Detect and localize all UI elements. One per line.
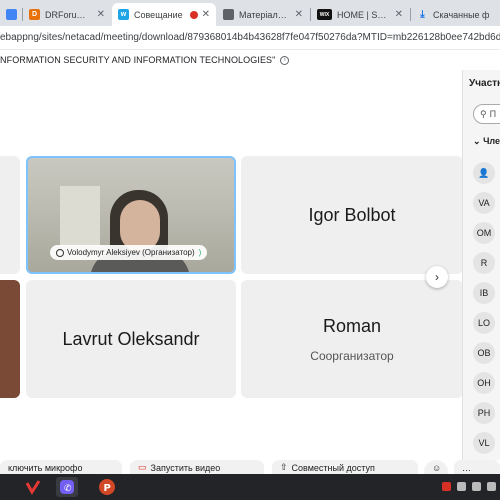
powerpoint-icon[interactable]: P: [96, 477, 118, 497]
microphone-icon: [56, 248, 64, 257]
avatar-initials: R: [480, 258, 488, 268]
more-icon: …: [462, 463, 471, 473]
forum-icon: D: [29, 9, 40, 20]
section-title: Чле: [483, 136, 500, 146]
meeting-title: NFORMATION SECURITY AND INFORMATION TECH…: [0, 55, 276, 65]
members-section-header[interactable]: ⌄ Чле: [473, 136, 500, 147]
participant-tile-roman[interactable]: Roman Соорганизатор: [241, 280, 463, 398]
keyboard-icon[interactable]: [487, 482, 496, 491]
participant-avatar[interactable]: IB: [473, 282, 495, 304]
audio-level-icon: ): [198, 248, 202, 257]
smile-icon: ☺: [432, 463, 442, 473]
participant-name: Lavrut Oleksandr: [62, 328, 200, 349]
browser-tab-bar: ✕ D DRForum_202 ✕ w Совещание ✕ Матеріал…: [0, 0, 500, 26]
tab-downloads[interactable]: ⤓ Скачанные ф: [411, 3, 500, 26]
share-icon: ⇧: [280, 462, 288, 472]
mute-button[interactable]: ключить микрофо: [0, 460, 122, 474]
recording-icon: [189, 10, 198, 19]
os-taskbar: ✆ P: [0, 474, 500, 500]
participant-avatar[interactable]: OH: [473, 372, 495, 394]
tab-title: Матеріали уча: [239, 9, 291, 20]
participant-tile-lavrut[interactable]: Lavrut Oleksandr: [26, 280, 236, 398]
more-button[interactable]: …: [454, 460, 500, 474]
tab-home[interactable]: WIX HOME | Securit ✕: [311, 3, 409, 26]
participant-avatar[interactable]: LO: [473, 312, 495, 334]
tab-title: HOME | Securit: [337, 9, 391, 20]
close-icon[interactable]: ✕: [97, 9, 105, 20]
meeting-controls: ключить микрофо ▭ Запустить видео ⇧ Совм…: [0, 460, 500, 474]
avatar-initials: IB: [479, 288, 489, 298]
wix-icon: WIX: [317, 9, 332, 20]
participant-tile-igor[interactable]: Igor Bolbot: [241, 156, 463, 274]
address-bar[interactable]: ebappng/sites/netacad/meeting/download/8…: [0, 26, 500, 50]
share-button[interactable]: ⇧ Совместный доступ: [272, 460, 418, 474]
participant-avatar[interactable]: OM: [473, 222, 495, 244]
avatar-initials: OH: [477, 378, 491, 388]
camera-icon: ▭: [138, 462, 147, 472]
participant-name: Volodymyr Aleksiyev (Организатор): [67, 248, 195, 257]
close-icon[interactable]: ✕: [395, 9, 403, 20]
download-icon: ⤓: [420, 9, 425, 20]
search-placeholder: П: [489, 109, 497, 119]
participant-avatar[interactable]: 👤: [473, 162, 495, 184]
mute-label: ключить микрофо: [8, 463, 83, 473]
chevron-down-icon: ⌄: [473, 136, 481, 146]
participant-video-tile[interactable]: Volodymyr Aleksiyev (Организатор) ): [26, 156, 236, 274]
meeting-header: NFORMATION SECURITY AND INFORMATION TECH…: [0, 50, 500, 70]
participant-avatar[interactable]: VL: [473, 432, 495, 454]
avatar-initials: OB: [477, 348, 491, 358]
close-icon[interactable]: ✕: [295, 9, 303, 20]
notification-icon[interactable]: [442, 482, 451, 491]
participant-name: Roman: [322, 315, 382, 336]
tab-title: Скачанные ф: [433, 9, 490, 20]
background-window: [60, 186, 100, 246]
panel-title: Участн: [469, 78, 500, 89]
video-label: Запустить видео: [150, 463, 221, 473]
participant-name-label: Volodymyr Aleksiyev (Организатор) ): [50, 245, 208, 260]
participant-avatar[interactable]: R: [473, 252, 495, 274]
url-text[interactable]: ebappng/sites/netacad/meeting/download/8…: [0, 32, 500, 43]
person-icon: 👤: [478, 167, 490, 178]
avatar-initials: VA: [478, 198, 490, 208]
avatar-initials: PH: [477, 408, 491, 418]
chevron-right-icon: ›: [435, 270, 439, 284]
participant-search-input[interactable]: ⚲ П: [473, 104, 500, 124]
system-tray: [442, 482, 496, 491]
tab-meeting[interactable]: w Совещание ✕: [112, 3, 216, 26]
info-icon[interactable]: i: [280, 55, 290, 65]
webex-icon: w: [118, 9, 129, 20]
next-page-button[interactable]: ›: [426, 266, 448, 288]
participant-avatar[interactable]: OB: [473, 342, 495, 364]
video-stage: Volodymyr Aleksiyev (Организатор) ) Igor…: [0, 70, 463, 460]
volume-icon[interactable]: [472, 482, 481, 491]
close-icon[interactable]: ✕: [202, 9, 210, 20]
page-icon: [6, 9, 17, 20]
tab-title: Совещание: [134, 9, 183, 20]
avatar-initials: OM: [476, 228, 492, 238]
participant-role: Соорганизатор: [310, 348, 394, 363]
app-logo-icon[interactable]: [22, 477, 44, 497]
participant-avatar[interactable]: VA: [473, 192, 495, 214]
tab-partial[interactable]: ✕: [0, 3, 22, 26]
svg-text:P: P: [104, 483, 111, 494]
tab-materials[interactable]: Матеріали уча ✕: [217, 3, 309, 26]
network-icon[interactable]: [457, 482, 466, 491]
start-video-button[interactable]: ▭ Запустить видео: [130, 460, 264, 474]
viber-icon[interactable]: ✆: [56, 477, 78, 497]
participants-panel: Участн ⚲ П ⌄ Чле 👤 VA OM R IB LO OB OH P…: [462, 70, 500, 460]
avatar-initials: VL: [478, 438, 490, 448]
search-icon: ⚲: [480, 108, 487, 119]
participant-name: Igor Bolbot: [308, 204, 396, 225]
share-label: Совместный доступ: [291, 463, 375, 473]
participant-tile-partial: [0, 156, 20, 274]
svg-text:✆: ✆: [64, 484, 72, 494]
tab-title: DRForum_202: [45, 9, 93, 20]
tab-drforum[interactable]: D DRForum_202 ✕: [23, 3, 111, 26]
participant-avatar[interactable]: PH: [473, 402, 495, 424]
avatar-initials: LO: [477, 318, 490, 328]
reactions-button[interactable]: ☺: [424, 460, 448, 474]
page-icon: [223, 9, 234, 20]
participant-video-partial: [0, 280, 20, 398]
